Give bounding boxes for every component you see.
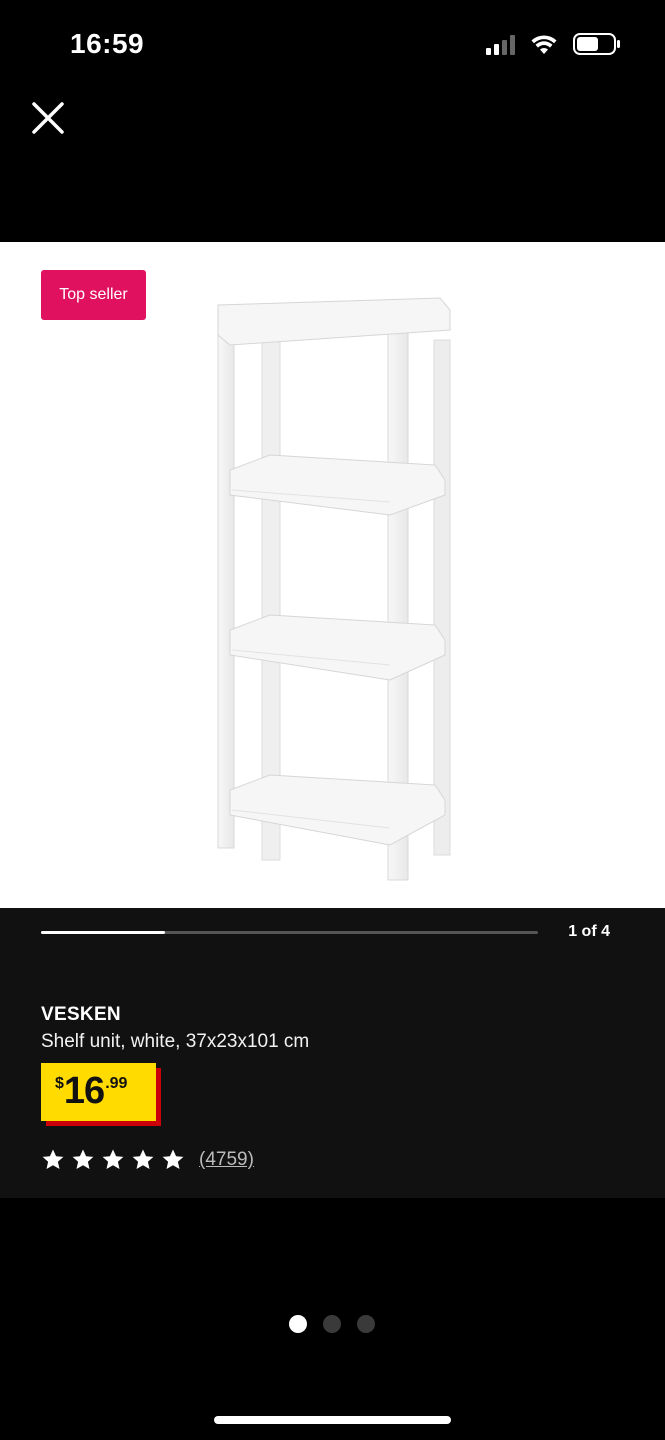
product-info-panel: 1 of 4 VESKEN Shelf unit, white, 37x23x1… <box>0 908 665 1198</box>
price-decimal: .99 <box>105 1075 128 1092</box>
gallery-progress-fill <box>41 931 166 934</box>
product-image <box>217 297 451 881</box>
battery-icon <box>573 33 621 55</box>
product-image-area[interactable]: Top seller <box>0 242 665 908</box>
home-indicator <box>214 1416 451 1424</box>
pager-dots <box>289 1315 375 1333</box>
pager-dot[interactable] <box>323 1315 341 1333</box>
close-button[interactable] <box>28 98 68 138</box>
review-count-link[interactable]: (4759) <box>199 1149 254 1171</box>
top-seller-badge: Top seller <box>41 270 146 320</box>
rating[interactable]: (4759) <box>41 1148 254 1172</box>
star-icon <box>102 1149 124 1169</box>
close-icon <box>32 102 64 134</box>
gallery-progress <box>41 931 538 934</box>
wifi-icon <box>531 35 557 55</box>
product-name[interactable]: VESKEN <box>41 1004 121 1026</box>
signal-icon <box>486 35 515 55</box>
product-description: Shelf unit, white, 37x23x101 cm <box>41 1031 310 1052</box>
price-currency: $ <box>55 1075 64 1092</box>
star-icon <box>72 1149 94 1169</box>
pager-dot[interactable] <box>357 1315 375 1333</box>
gallery-counter: 1 of 4 <box>568 923 610 940</box>
price-tag: $ 16 .99 <box>41 1063 161 1126</box>
price-box: $ 16 .99 <box>41 1063 156 1121</box>
star-icon <box>42 1149 64 1169</box>
price-integer: 16 <box>63 1070 105 1112</box>
pager-dot[interactable] <box>289 1315 307 1333</box>
rating-stars <box>41 1148 185 1172</box>
star-icon <box>132 1149 154 1169</box>
status-bar: 16:59 <box>0 0 665 90</box>
status-icons <box>486 33 621 55</box>
star-icon <box>162 1149 184 1169</box>
status-time: 16:59 <box>70 28 145 59</box>
